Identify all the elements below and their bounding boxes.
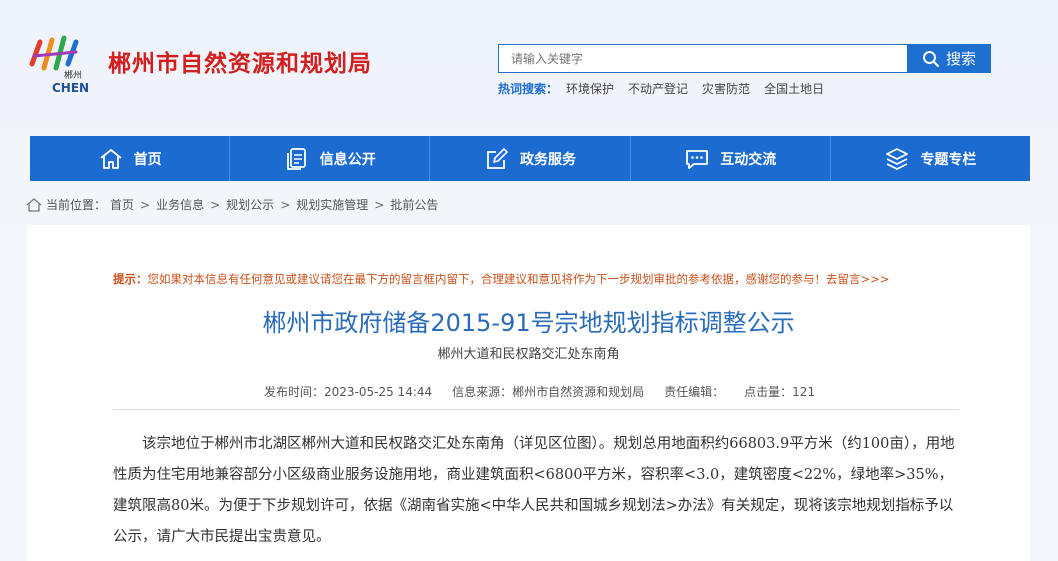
breadcrumb-item[interactable]: 批前公告 bbox=[390, 196, 438, 213]
chat-icon bbox=[686, 149, 709, 169]
breadcrumb-separator: > bbox=[210, 197, 221, 212]
hot-search-label: 热词搜索： bbox=[498, 82, 559, 96]
hot-search-item[interactable]: 全国土地日 bbox=[764, 80, 824, 97]
breadcrumb-item[interactable]: 规划公示 bbox=[226, 196, 274, 213]
article-card: 提示：您如果对本信息有任何意见或建议请您在最下方的留言框内留下，合理建议和意见将… bbox=[27, 225, 1030, 561]
search-box bbox=[498, 44, 908, 73]
nav-item-info[interactable]: 信息公开 bbox=[230, 136, 431, 181]
search-input[interactable] bbox=[499, 45, 907, 72]
home-icon bbox=[26, 197, 42, 212]
article-subtitle: 郴州大道和民权路交汇处东南角 bbox=[437, 347, 620, 362]
nav-item-label: 政务服务 bbox=[520, 151, 576, 168]
breadcrumb-item[interactable]: 首页 bbox=[110, 196, 134, 213]
main-nav: 首页 信息公开 政务服务 互动交流 专题专栏 bbox=[30, 136, 1030, 181]
edit-icon bbox=[487, 147, 508, 169]
breadcrumb-separator: > bbox=[280, 197, 291, 212]
article-meta: 发布时间：2023-05-25 14:44 信息来源：郴州市自然资源和规划局 责… bbox=[264, 383, 815, 400]
search-button-label: 搜索 bbox=[945, 50, 976, 68]
nav-item-home[interactable]: 首页 bbox=[30, 136, 231, 181]
publish-time: 发布时间：2023-05-25 14:44 bbox=[264, 385, 433, 399]
info-source: 信息来源：郴州市自然资源和规划局 bbox=[452, 385, 645, 399]
nav-item-interaction[interactable]: 互动交流 bbox=[631, 136, 831, 181]
breadcrumb-item[interactable]: 规划实施管理 bbox=[296, 196, 368, 213]
article-body: 该宗地位于郴州市北湖区郴州大道和民权路交汇处东南角（详见区位图）。规划总用地面积… bbox=[113, 436, 955, 545]
article-title: 郴州市政府储备2015-91号宗地规划指标调整公示 bbox=[262, 309, 795, 337]
site-title: 郴州市自然资源和规划局 bbox=[108, 51, 372, 77]
layers-icon bbox=[886, 147, 909, 170]
divider bbox=[113, 409, 959, 410]
responsible-editor: 责任编辑： bbox=[664, 385, 725, 399]
svg-text:郴州: 郴州 bbox=[64, 69, 82, 81]
comment-tip[interactable]: 提示：您如果对本信息有任何意见或建议请您在最下方的留言框内留下，合理建议和意见将… bbox=[113, 271, 889, 287]
search-icon bbox=[922, 50, 939, 67]
tip-label: 提示： bbox=[113, 272, 148, 286]
tip-text: 您如果对本信息有任何意见或建议请您在最下方的留言框内留下，合理建议和意见将作为下… bbox=[147, 272, 890, 286]
click-count: 点击量：121 bbox=[744, 385, 816, 399]
nav-item-topics[interactable]: 专题专栏 bbox=[831, 136, 1030, 181]
document-icon bbox=[286, 147, 306, 170]
nav-item-label: 信息公开 bbox=[319, 151, 376, 168]
search-button[interactable]: 搜索 bbox=[907, 44, 991, 73]
nav-item-label: 专题专栏 bbox=[920, 151, 977, 168]
breadcrumb-item[interactable]: 业务信息 bbox=[156, 196, 204, 213]
hot-search-item[interactable]: 环境保护 bbox=[566, 80, 614, 97]
nav-item-services[interactable]: 政务服务 bbox=[430, 136, 631, 181]
site-header: 郴州 CHEN 郴州市自然资源和规划局 搜索 热词搜索： 环境保护 不动产登记 … bbox=[0, 0, 1058, 136]
hot-search-item[interactable]: 灾害防范 bbox=[702, 80, 750, 97]
breadcrumb-separator: > bbox=[140, 197, 151, 212]
nav-item-label: 互动交流 bbox=[720, 151, 777, 168]
breadcrumb-label: 当前位置： bbox=[46, 198, 107, 212]
breadcrumb: 当前位置： 首页 > 业务信息 > 规划公示 > 规划实施管理 > 批前公告 bbox=[26, 196, 438, 213]
breadcrumb-separator: > bbox=[374, 197, 385, 212]
hot-search: 热词搜索： 环境保护 不动产登记 灾害防范 全国土地日 bbox=[498, 80, 824, 97]
hot-search-item[interactable]: 不动产登记 bbox=[628, 80, 688, 97]
site-logo[interactable]: 郴州 CHEN bbox=[24, 34, 100, 96]
svg-text:CHEN: CHEN bbox=[52, 81, 89, 95]
logo-graphic: 郴州 CHEN bbox=[29, 35, 89, 95]
nav-item-label: 首页 bbox=[133, 151, 162, 168]
home-icon bbox=[100, 148, 122, 169]
